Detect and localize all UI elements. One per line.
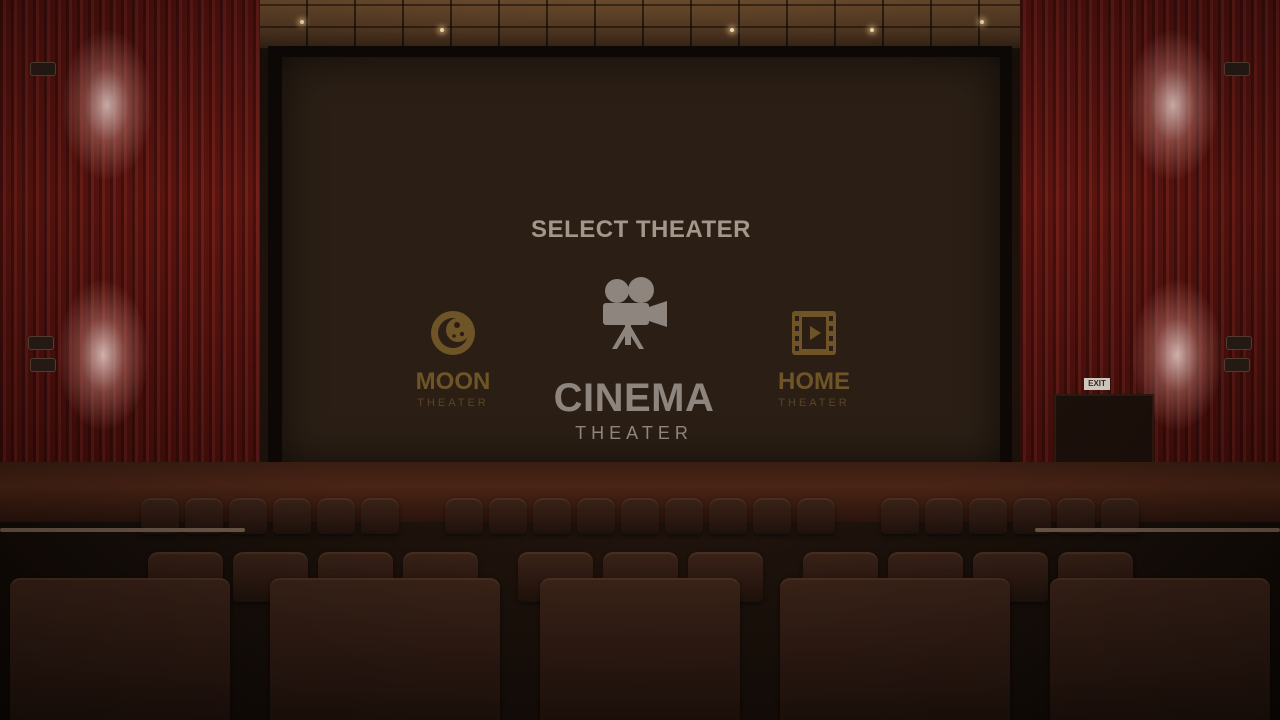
wall-lamp xyxy=(1224,358,1250,372)
option-home-label: HOME xyxy=(778,368,850,395)
option-moon-sublabel: THEATER xyxy=(417,397,489,409)
menu-title: SELECT THEATER xyxy=(531,216,751,243)
aisle-rail xyxy=(0,528,245,532)
film-camera-icon xyxy=(603,277,667,349)
option-cinema-theater[interactable]: CINEMA THEATER xyxy=(534,277,734,442)
ceiling-light xyxy=(980,20,984,24)
seat xyxy=(1050,578,1270,720)
seat xyxy=(780,578,1010,720)
wall-lamp xyxy=(30,358,56,372)
seat xyxy=(753,498,791,534)
ceiling-light xyxy=(440,28,444,32)
option-moon-theater[interactable]: MOON THEATER xyxy=(393,309,513,409)
seat xyxy=(540,578,740,720)
option-home-sublabel: THEATER xyxy=(778,397,850,409)
wall-spotlight xyxy=(62,30,152,180)
theater-scene: SELECT THEATER MOON THEATER CINEMA THEAT… xyxy=(0,0,1280,720)
seat xyxy=(797,498,835,534)
theater-select-screen: SELECT THEATER MOON THEATER CINEMA THEAT… xyxy=(282,57,1000,462)
seat-row xyxy=(0,578,1280,720)
exit-sign: EXIT xyxy=(1084,378,1110,390)
wall-lamp xyxy=(28,336,54,350)
option-cinema-label: CINEMA xyxy=(553,376,715,420)
option-cinema-sublabel: THEATER xyxy=(575,423,693,443)
wall-spotlight xyxy=(1128,30,1218,180)
ceiling-light xyxy=(730,28,734,32)
seat xyxy=(881,498,919,534)
seat xyxy=(925,498,963,534)
aisle-rail xyxy=(1035,528,1280,532)
film-strip-play-icon xyxy=(792,311,836,355)
option-moon-label: MOON xyxy=(415,368,491,395)
wall-lamp xyxy=(30,62,56,76)
moon-icon xyxy=(431,311,475,355)
seat xyxy=(621,498,659,534)
left-curtain xyxy=(0,0,260,490)
seat xyxy=(709,498,747,534)
seat xyxy=(10,578,230,720)
ceiling-light xyxy=(300,20,304,24)
seat xyxy=(665,498,703,534)
ceiling xyxy=(210,0,1070,50)
wall-spotlight xyxy=(58,280,148,430)
seat xyxy=(969,498,1007,534)
seat xyxy=(445,498,483,534)
wall-lamp xyxy=(1224,62,1250,76)
seat xyxy=(361,498,399,534)
seat xyxy=(489,498,527,534)
seat xyxy=(317,498,355,534)
seat xyxy=(577,498,615,534)
seat xyxy=(533,498,571,534)
ceiling-light xyxy=(870,28,874,32)
option-home-theater[interactable]: HOME THEATER xyxy=(752,309,876,409)
seat xyxy=(273,498,311,534)
seat xyxy=(270,578,500,720)
wall-lamp xyxy=(1226,336,1252,350)
